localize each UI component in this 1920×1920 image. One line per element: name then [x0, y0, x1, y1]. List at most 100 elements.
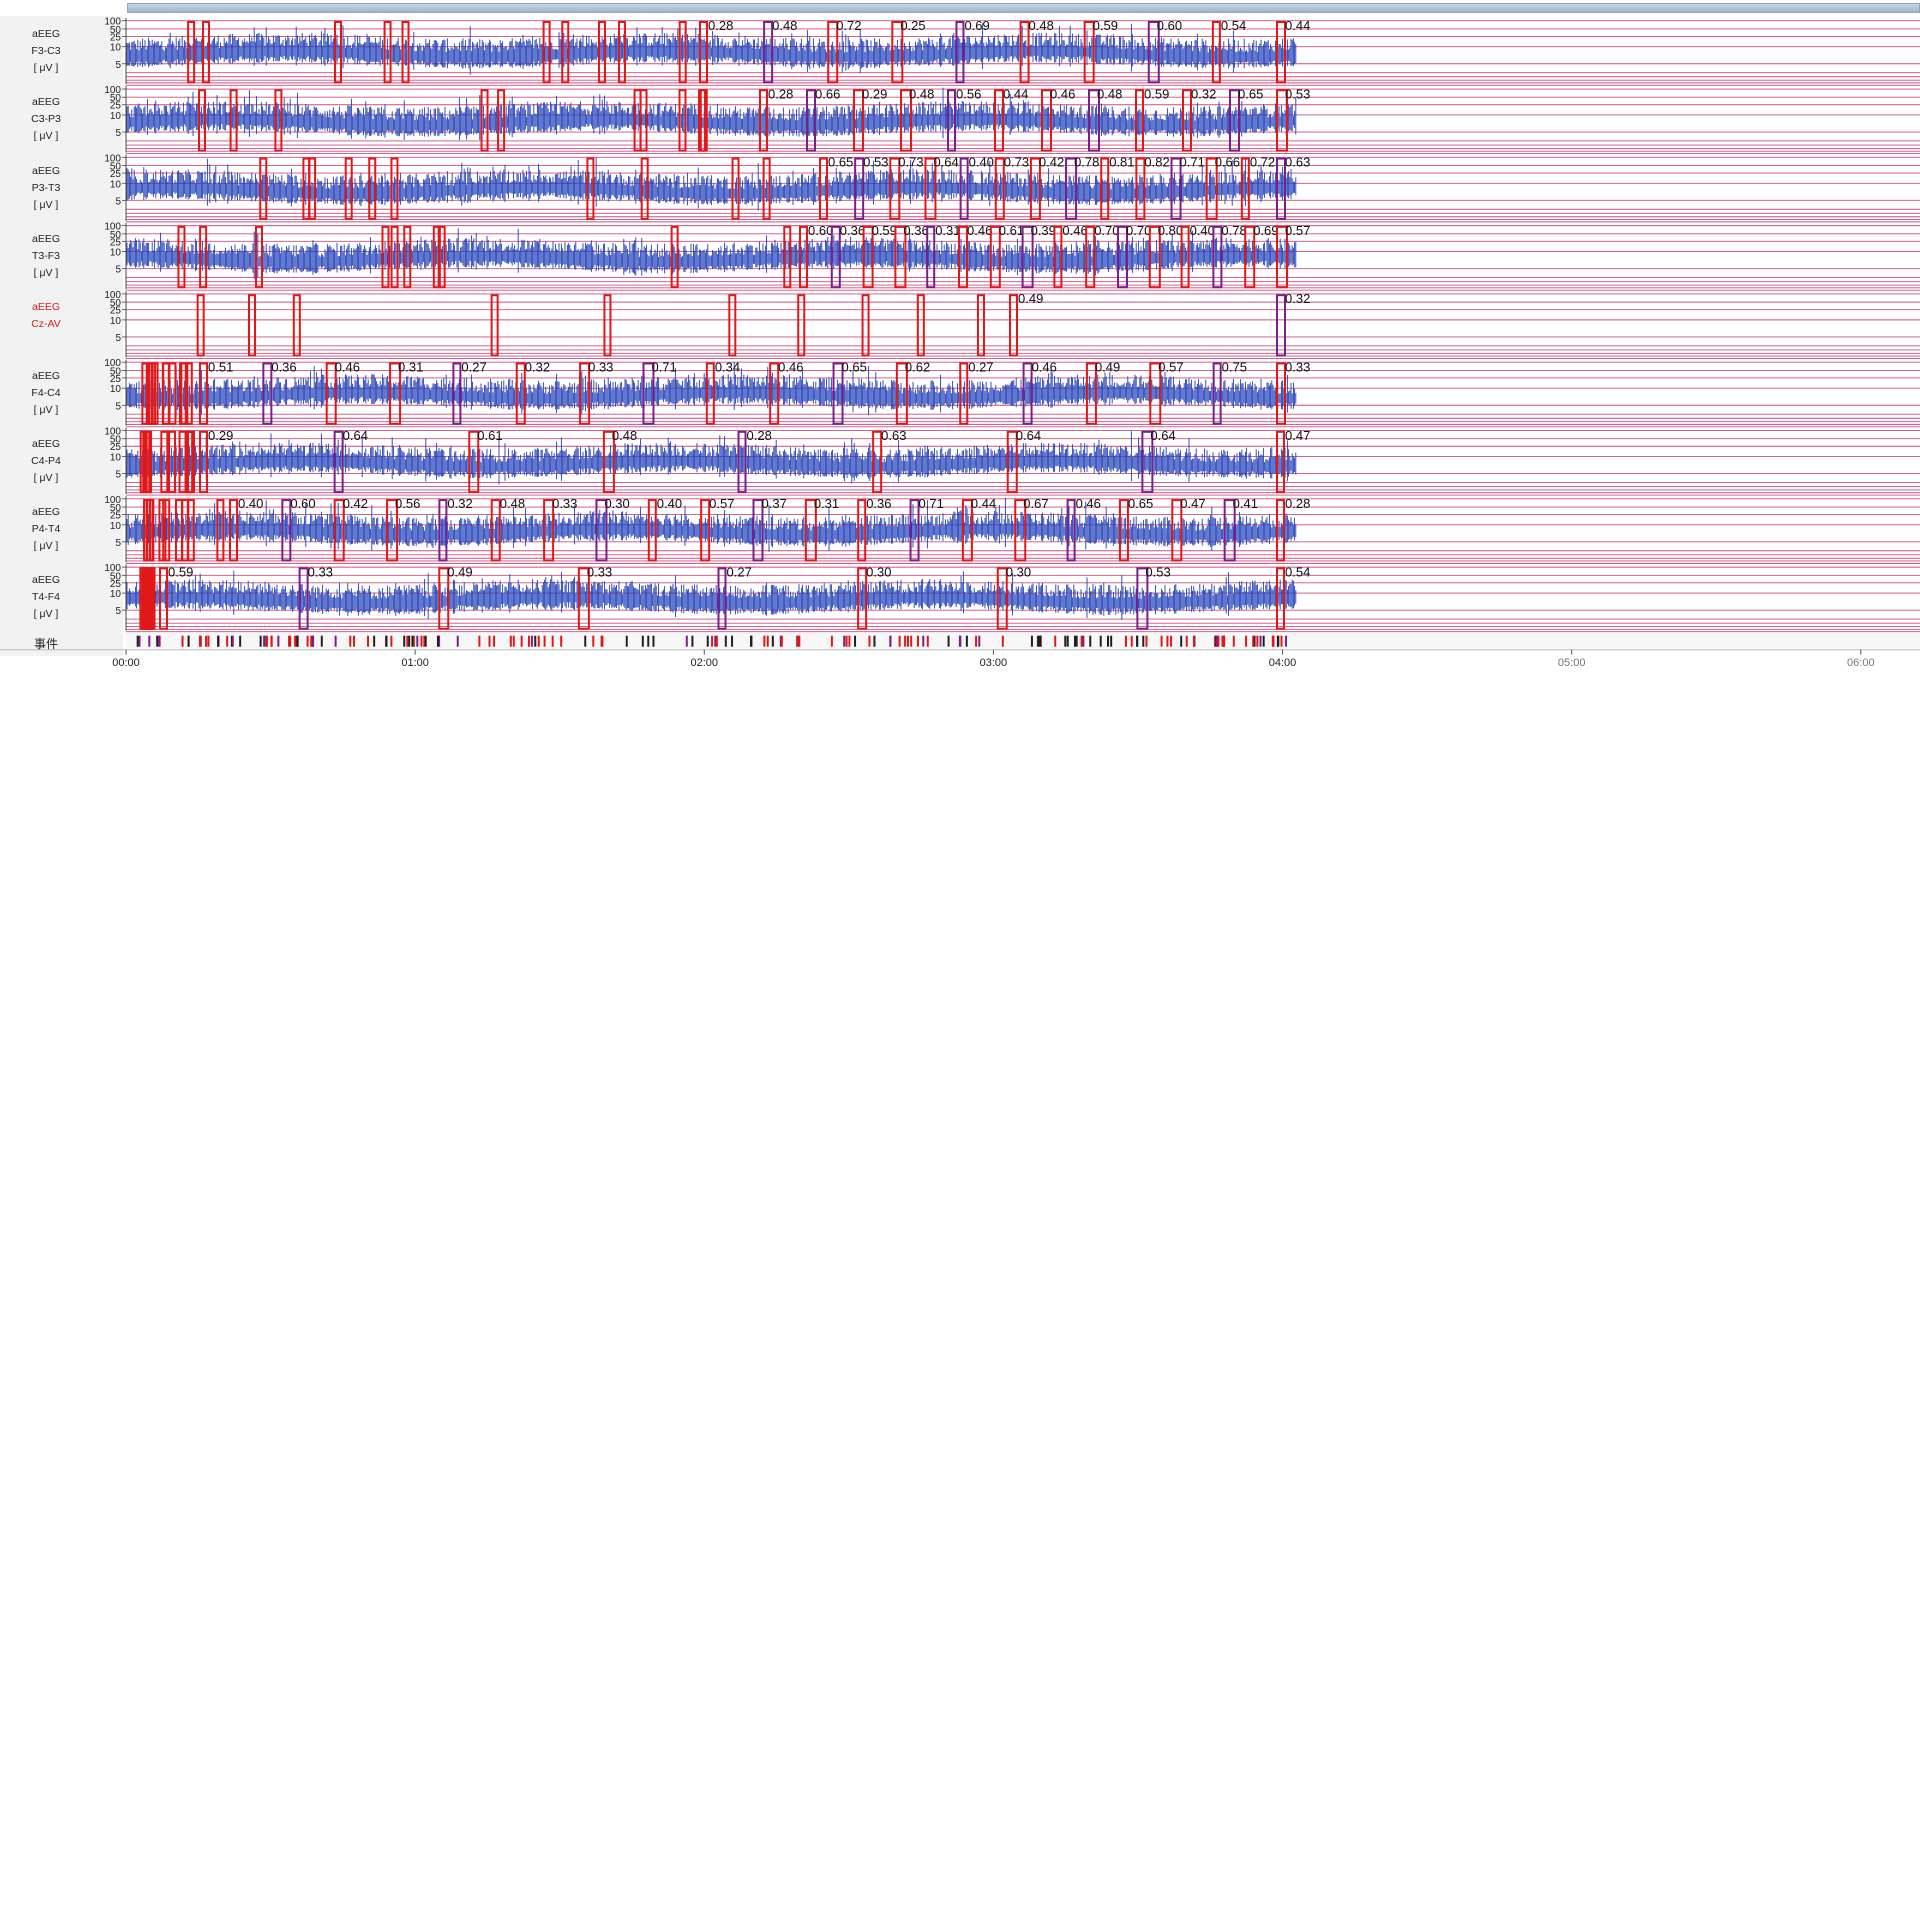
event-value-label: 0.64 — [1150, 428, 1175, 443]
event-value-label: 0.64 — [343, 428, 368, 443]
channel-c3-p3: 10050251050.28 0.66 0.29 0.48 0.56 0.44 0.46 0.… — [104, 85, 1920, 155]
event-value-label: 0.53 — [863, 155, 888, 170]
event-value-label: 0.49 — [1018, 291, 1043, 306]
event-marker-box — [797, 294, 806, 357]
event-value-label: 0.27 — [968, 360, 993, 375]
y-tick-label: 5 — [115, 401, 121, 412]
event-value-label: 0.66 — [1215, 155, 1240, 170]
event-value-label: 0.30 — [604, 496, 629, 511]
x-tick-label: 04:00 — [1268, 656, 1297, 669]
event-value-label: 0.36 — [903, 223, 928, 238]
event-value-label: 0.40 — [1190, 223, 1215, 238]
x-tick-label: 00:00 — [112, 656, 140, 669]
event-value-label: 0.41 — [1233, 496, 1258, 511]
event-marker-box — [1009, 294, 1018, 357]
y-tick-label: 5 — [115, 470, 121, 481]
y-tick-label: 10 — [110, 179, 122, 190]
event-marker-box — [197, 89, 206, 152]
event-value-label: 0.48 — [1029, 18, 1054, 33]
event-value-label: 0.29 — [208, 428, 233, 443]
event-marker-box — [1212, 362, 1222, 425]
event-value-label: 0.65 — [1238, 86, 1263, 101]
event-value-label: 0.48 — [772, 18, 797, 33]
x-tick-label: 03:00 — [979, 656, 1008, 669]
event-value-label: 0.40 — [238, 496, 263, 511]
event-value-label: 0.46 — [1062, 223, 1087, 238]
y-tick-label: 5 — [115, 60, 121, 71]
event-value-label: 0.63 — [881, 428, 906, 443]
event-value-label: 0.72 — [836, 18, 861, 33]
event-marker-box — [368, 157, 377, 220]
event-marker-box — [490, 294, 499, 357]
event-value-label: 0.29 — [862, 86, 887, 101]
event-value-label: 0.36 — [866, 496, 891, 511]
event-marker-box — [603, 294, 612, 357]
event-marker-box — [292, 294, 301, 357]
event-value-label: 0.60 — [1157, 18, 1182, 33]
event-value-label: 0.47 — [1285, 428, 1310, 443]
channel-t4-f4: 10050251050.59 0.33 0.49 0.33 0.27 0.30 0.30 0.… — [104, 563, 1920, 633]
event-value-label: 0.37 — [762, 496, 787, 511]
event-marker-box — [259, 157, 268, 220]
event-value-label: 0.33 — [1285, 360, 1310, 375]
event-marker-box — [187, 21, 196, 84]
event-marker-box — [640, 157, 649, 220]
event-value-label: 0.48 — [1097, 86, 1122, 101]
event-marker-box — [196, 294, 205, 357]
events-row-bg — [126, 632, 1920, 649]
event-value-label: 0.46 — [778, 360, 803, 375]
event-value-label: 0.42 — [343, 496, 368, 511]
event-value-label: 0.81 — [1109, 155, 1134, 170]
event-value-label: 0.31 — [935, 223, 960, 238]
event-marker-box — [381, 225, 390, 289]
event-value-label: 0.70 — [1094, 223, 1119, 238]
event-value-label: 0.44 — [1003, 86, 1028, 101]
event-value-label: 0.49 — [447, 564, 472, 579]
event-value-label: 0.51 — [208, 360, 233, 375]
event-value-label: 0.59 — [872, 223, 897, 238]
event-value-label: 0.44 — [1285, 18, 1310, 33]
event-value-label: 0.28 — [1285, 496, 1310, 511]
event-value-label: 0.70 — [1126, 223, 1151, 238]
event-value-label: 0.75 — [1222, 360, 1247, 375]
y-tick-label: 5 — [115, 265, 121, 276]
y-tick-label: 5 — [115, 333, 121, 344]
y-tick-label: 10 — [110, 316, 122, 327]
y-tick-label: 10 — [110, 452, 122, 463]
event-value-label: 0.62 — [905, 360, 930, 375]
event-value-label: 0.60 — [808, 223, 833, 238]
x-tick-label: 01:00 — [401, 656, 429, 669]
event-value-label: 0.56 — [956, 86, 981, 101]
event-value-label: 0.40 — [657, 496, 682, 511]
event-value-label: 0.27 — [727, 564, 752, 579]
event-value-label: 0.36 — [271, 360, 296, 375]
event-marker-box — [177, 225, 186, 289]
event-value-label: 0.44 — [971, 496, 996, 511]
y-tick-label: 10 — [110, 384, 122, 395]
event-value-label: 0.69 — [1253, 223, 1278, 238]
event-value-label: 0.46 — [335, 360, 360, 375]
event-marker-box — [168, 362, 177, 425]
event-value-label: 0.40 — [969, 155, 994, 170]
y-tick-label: 10 — [110, 589, 122, 600]
event-value-label: 0.25 — [900, 18, 925, 33]
event-value-label: 0.28 — [708, 18, 733, 33]
event-value-label: 0.56 — [395, 496, 420, 511]
event-value-label: 0.69 — [964, 18, 989, 33]
event-value-label: 0.63 — [1285, 155, 1310, 170]
y-tick-label: 5 — [115, 538, 121, 549]
event-value-label: 0.78 — [1221, 223, 1246, 238]
x-tick-label: 05:00 — [1557, 656, 1586, 669]
event-value-label: 0.64 — [933, 155, 958, 170]
event-value-label: 0.48 — [909, 86, 934, 101]
event-value-label: 0.30 — [1006, 564, 1031, 579]
y-tick-label: 5 — [115, 196, 121, 207]
y-tick-label: 10 — [110, 111, 122, 122]
event-value-label: 0.42 — [1039, 155, 1064, 170]
y-tick-label: 10 — [110, 248, 122, 259]
event-value-label: 0.47 — [1180, 496, 1205, 511]
aeeg-trend-plot[interactable]: 10050251050.28 0.48 0.72 0.25 0.69 0.48 0.59 0.… — [0, 0, 1920, 672]
y-tick-label: 5 — [115, 128, 121, 139]
event-value-label: 0.46 — [1076, 496, 1101, 511]
event-value-label: 0.64 — [1016, 428, 1041, 443]
